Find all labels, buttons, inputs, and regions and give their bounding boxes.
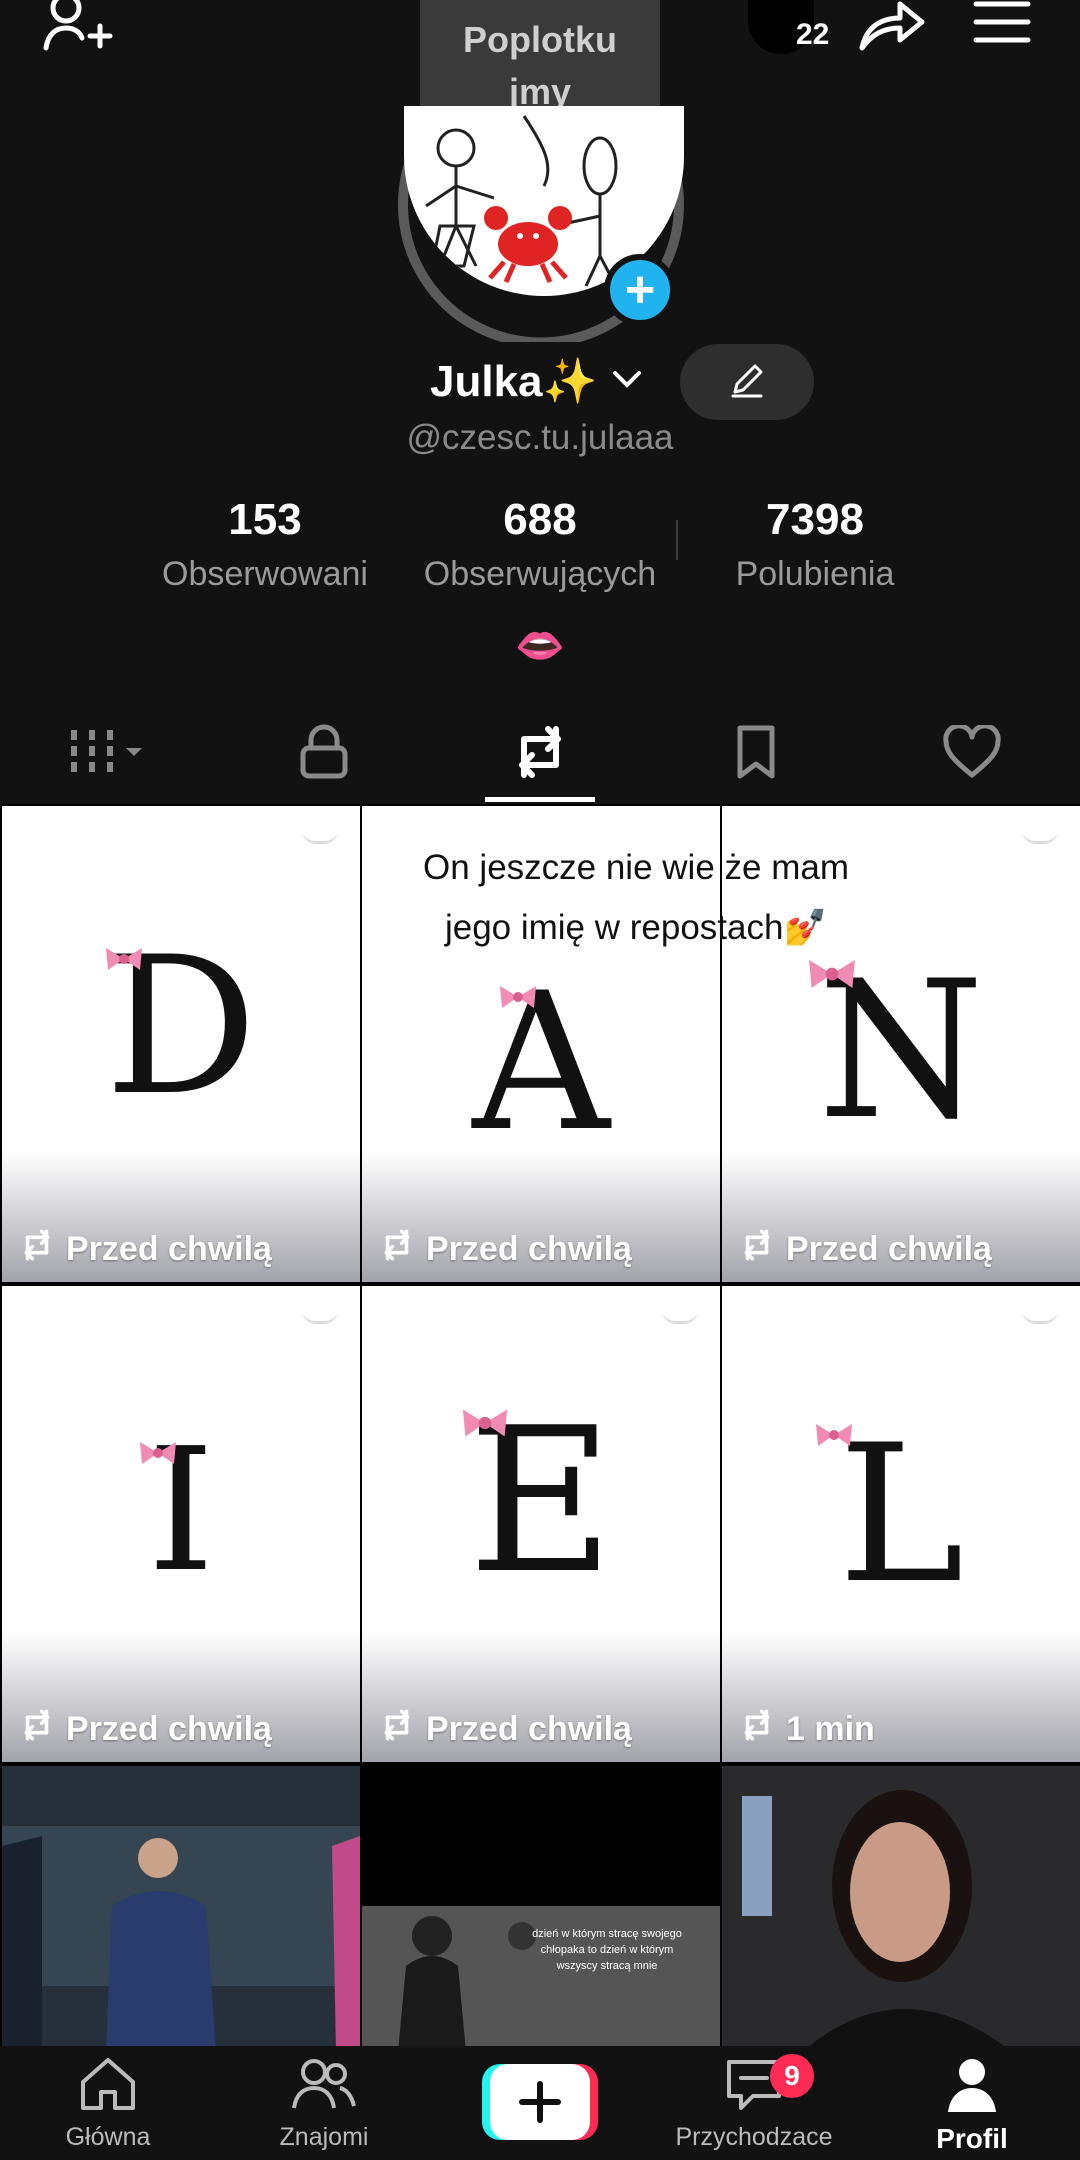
inbox-badge: 9	[770, 2054, 814, 2098]
caption-overlay: On jeszcze nie wie że mam jego imię w re…	[376, 838, 896, 958]
video-thumbnail[interactable]	[2, 1766, 360, 2052]
menu-icon[interactable]	[972, 0, 1032, 46]
nav-inbox[interactable]: Przychodzace	[654, 2046, 854, 2160]
nav-friends[interactable]: Znajomi	[256, 2046, 392, 2160]
bow-icon	[812, 1420, 856, 1450]
create-button[interactable]	[482, 2064, 598, 2140]
bow-icon	[102, 944, 146, 974]
nav-label: Znajomi	[279, 2123, 369, 2151]
nav-label: Główna	[65, 2123, 151, 2151]
repost-grid: D Przed chwilą A Przed chwilą N Przed ch…	[0, 804, 1080, 2052]
time-label: Przed chwilą	[66, 1710, 272, 1748]
time-label: Przed chwilą	[426, 1230, 632, 1268]
bookmark-icon	[734, 724, 778, 785]
repost-icon	[510, 725, 570, 784]
pencil-icon	[727, 360, 767, 405]
repost-icon	[18, 1709, 56, 1750]
repost-icon	[378, 1229, 416, 1270]
tab-liked[interactable]	[864, 706, 1080, 802]
stat-value: 153	[228, 495, 302, 544]
tab-reposts[interactable]	[432, 706, 648, 802]
add-story-button[interactable]: +	[604, 254, 676, 326]
repost-icon	[18, 1229, 56, 1270]
time-label: Przed chwilą	[66, 1230, 272, 1268]
letter-text: I	[147, 1412, 215, 1610]
stat-following[interactable]: 153 Obserwowani	[140, 490, 390, 598]
bow-icon	[804, 954, 860, 994]
stat-likes[interactable]: 7398 Polubienia	[700, 490, 930, 598]
tab-favorites[interactable]	[648, 706, 864, 802]
name-row[interactable]: Julka✨	[430, 350, 643, 412]
corner-mark	[302, 1310, 338, 1324]
grid-item[interactable]: I Przed chwilą	[2, 1286, 360, 1762]
repost-time: Przed chwilą	[378, 1709, 632, 1750]
display-name: Julka✨	[430, 357, 598, 406]
username: @czesc.tu.julaaa	[406, 418, 674, 457]
corner-mark	[302, 830, 338, 844]
share-icon[interactable]	[856, 0, 928, 52]
corner-mark	[1022, 830, 1058, 844]
bio: 👄	[515, 624, 565, 668]
video-thumbnail[interactable]	[722, 1766, 1080, 2052]
lock-icon	[299, 724, 349, 785]
corner-mark	[662, 1310, 698, 1324]
nav-profile[interactable]: Profil	[904, 2046, 1040, 2160]
repost-icon	[738, 1709, 776, 1750]
profile-tabs	[0, 706, 1080, 802]
story-count: 22	[796, 18, 830, 51]
repost-time: Przed chwilą	[738, 1229, 992, 1270]
grid-item[interactable]: L 1 min	[722, 1286, 1080, 1762]
repost-time: Przed chwilą	[378, 1229, 632, 1270]
repost-icon	[378, 1709, 416, 1750]
time-label: Przed chwilą	[426, 1710, 632, 1748]
stat-value: 688	[503, 495, 577, 544]
edit-profile-button[interactable]	[680, 344, 814, 420]
letter-text: A	[472, 952, 610, 1173]
repost-time: Przed chwilą	[18, 1709, 272, 1750]
time-label: Przed chwilą	[786, 1230, 992, 1268]
repost-icon	[738, 1229, 776, 1270]
tab-videos[interactable]	[0, 706, 216, 802]
add-friend-icon[interactable]	[40, 0, 120, 60]
profile-icon	[944, 2056, 1000, 2117]
heart-icon	[942, 722, 1002, 784]
nav-label: Przychodzace	[675, 2123, 833, 2151]
bottom-nav: Główna Znajomi Przychodzace Profil	[0, 2046, 1080, 2160]
caption-line: On jeszcze nie wie że mam	[423, 848, 849, 887]
stat-label: Obserwujących	[423, 555, 657, 593]
bow-icon	[458, 1404, 512, 1442]
tab-private[interactable]	[216, 706, 432, 802]
stat-followers[interactable]: 688 Obserwujących	[410, 490, 670, 598]
video-thumbnail[interactable]: dzień w którym stracę swojego chłopaka t…	[362, 1766, 720, 2052]
time-label: 1 min	[786, 1710, 875, 1748]
nav-home[interactable]: Główna	[40, 2046, 176, 2160]
stat-divider	[676, 520, 678, 560]
stat-value: 7398	[766, 495, 864, 544]
stat-label: Polubienia	[735, 555, 895, 593]
chevron-down-icon[interactable]	[611, 369, 643, 394]
letter-text: L	[837, 1404, 965, 1625]
repost-time: Przed chwilą	[18, 1229, 272, 1270]
grid-item[interactable]: D Przed chwilą	[2, 806, 360, 1282]
letter-text: E	[468, 1385, 614, 1618]
repost-time: 1 min	[738, 1709, 875, 1750]
bow-icon	[496, 982, 540, 1012]
video-overlay-text: dzień w którym stracę swojego chłopaka t…	[532, 1928, 682, 1972]
bow-icon	[136, 1438, 180, 1468]
grid-icon	[68, 726, 148, 783]
grid-item[interactable]: E Przed chwilą	[362, 1286, 720, 1762]
home-icon	[77, 2056, 139, 2117]
friends-icon	[290, 2056, 358, 2117]
nav-label: Profil	[936, 2123, 1008, 2154]
letter-text: N	[817, 940, 985, 1161]
corner-mark	[1022, 1310, 1058, 1324]
letter-text: D	[104, 916, 258, 1137]
stat-label: Obserwowani	[162, 555, 368, 593]
caption-line: jego imię w repostach💅	[444, 908, 828, 947]
